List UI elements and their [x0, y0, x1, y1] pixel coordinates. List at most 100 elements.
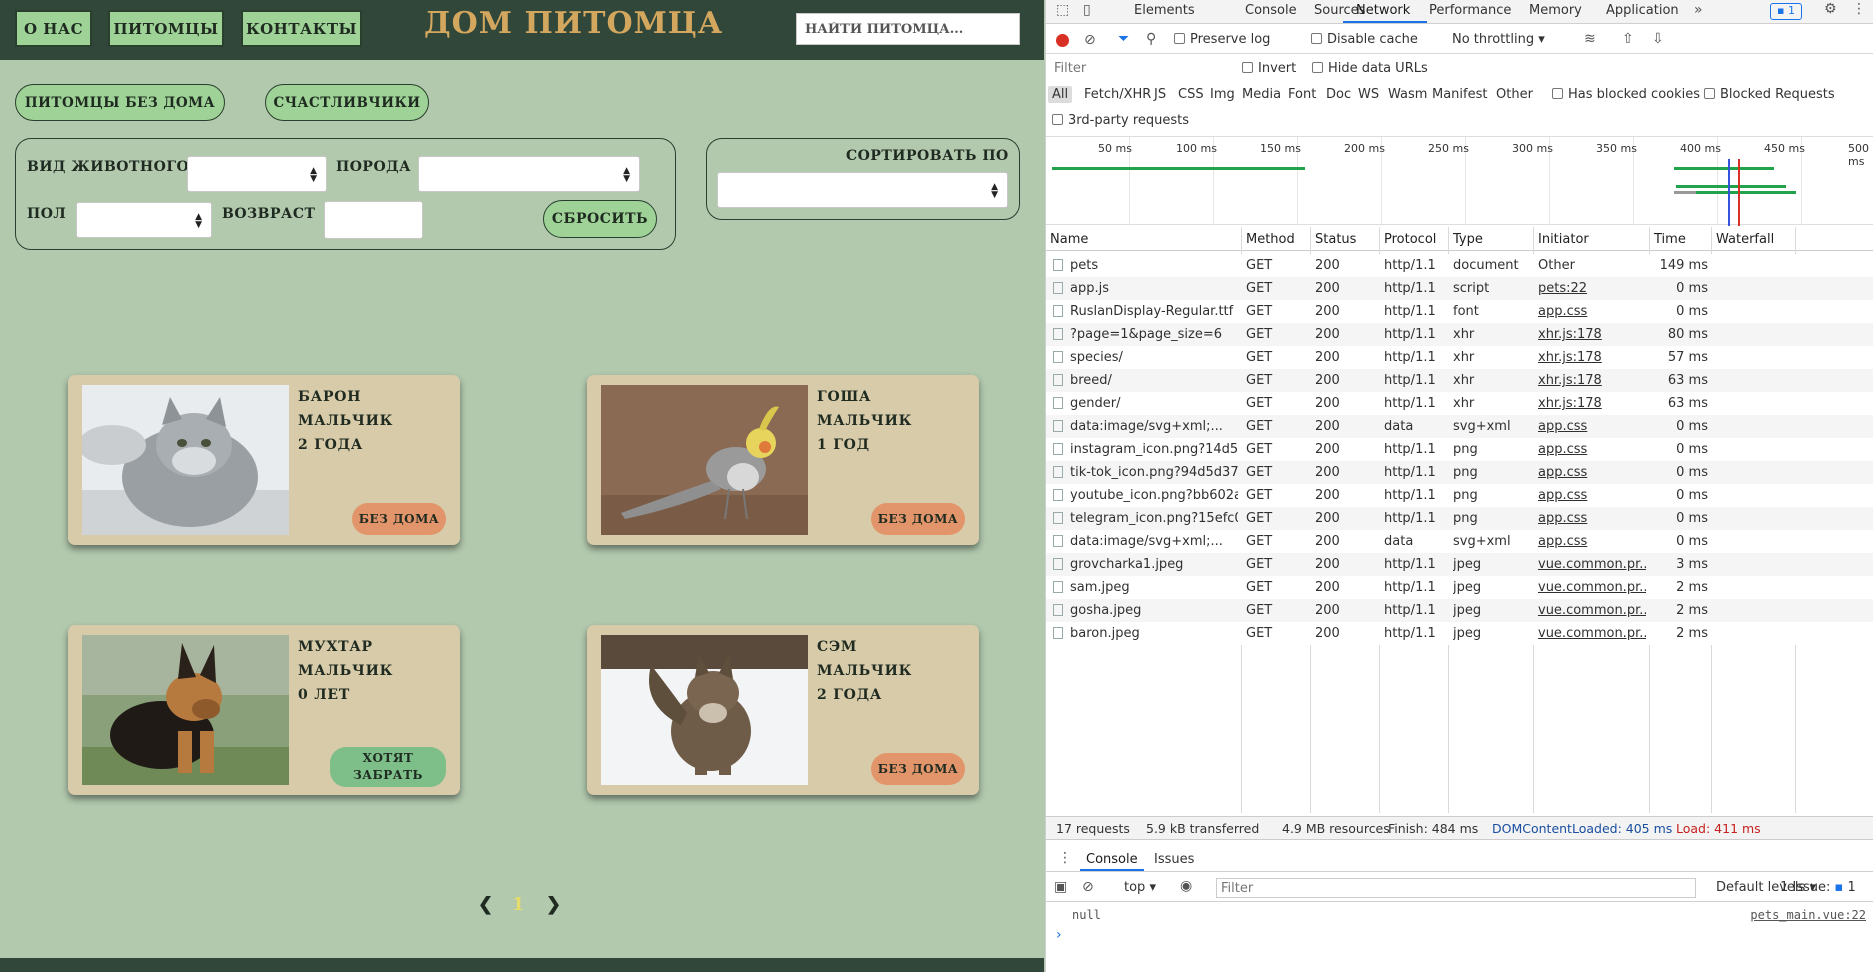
column-header-type[interactable]: Type — [1449, 227, 1533, 251]
type-filter-ws[interactable]: WS — [1354, 86, 1383, 103]
species-select[interactable]: ▲ ▼ — [187, 156, 327, 192]
record-icon[interactable] — [1056, 34, 1069, 47]
inspect-element-icon[interactable]: ⬚ — [1056, 2, 1069, 18]
request-initiator[interactable]: vue.common.pr... — [1538, 557, 1646, 572]
filter-funnel-icon[interactable]: ⏷ — [1118, 31, 1129, 47]
request-row[interactable]: grovcharka1.jpeg GET 200 http/1.1 jpeg vue.co… — [1046, 553, 1873, 576]
column-header-status[interactable]: Status — [1311, 227, 1379, 251]
request-initiator[interactable]: app.css — [1538, 534, 1646, 549]
pet-card[interactable]: МУХТАР МАЛЬЧИК 0 ЛЕТ ХОТЯТ ЗАБРАТЬ — [68, 625, 460, 795]
tab-elements[interactable]: Elements — [1134, 3, 1195, 18]
tab-console[interactable]: Console — [1245, 3, 1297, 18]
has-blocked-cookies-checkbox[interactable]: Has blocked cookies — [1552, 87, 1700, 102]
console-sidebar-icon[interactable]: ▣ — [1054, 879, 1067, 895]
console-filter-input[interactable] — [1216, 878, 1696, 898]
request-initiator[interactable]: Other — [1538, 258, 1646, 273]
live-expression-eye-icon[interactable]: ◉ — [1180, 878, 1192, 894]
request-row[interactable]: youtube_icon.png?bb602a... GET 200 http/1.1… — [1046, 484, 1873, 507]
request-row[interactable]: species/GET 200 http/1.1 xhr xhr.js:178 57 ms — [1046, 346, 1873, 369]
request-row[interactable]: gender/GET 200 http/1.1 xhr xhr.js:178 63 ms — [1046, 392, 1873, 415]
clear-console-icon[interactable]: ⊘ — [1082, 879, 1094, 895]
drawer-menu-icon[interactable]: ⋮ — [1058, 850, 1072, 866]
type-filter-manifest[interactable]: Manifest — [1428, 86, 1491, 103]
request-initiator[interactable]: xhr.js:178 — [1538, 350, 1646, 365]
prev-page-button[interactable]: ❮ — [478, 894, 493, 915]
request-row[interactable]: telegram_icon.png?15efc0... GET 200 http/1.… — [1046, 507, 1873, 530]
request-initiator[interactable]: app.css — [1538, 465, 1646, 480]
issues-badge[interactable]: ▪ 1 — [1770, 3, 1802, 20]
execution-context-select[interactable]: top ▾ — [1124, 880, 1156, 895]
request-initiator[interactable]: vue.common.pr... — [1538, 626, 1646, 641]
reset-filters-button[interactable]: СБРОСИТЬ — [543, 200, 657, 238]
age-input[interactable] — [324, 201, 423, 239]
request-initiator[interactable]: vue.common.pr... — [1538, 580, 1646, 595]
request-row[interactable]: instagram_icon.png?14d5... GET 200 http/1.1… — [1046, 438, 1873, 461]
request-row[interactable]: pets GET 200 http/1.1 document Other 149 ms — [1046, 254, 1873, 277]
third-party-requests-checkbox[interactable]: 3rd-party requests — [1052, 113, 1189, 128]
blocked-requests-checkbox[interactable]: Blocked Requests — [1704, 87, 1835, 102]
tab-network[interactable]: Network — [1356, 3, 1410, 18]
pet-card[interactable]: СЭМ МАЛЬЧИК 2 ГОДА БЕЗ ДОМА — [587, 625, 979, 795]
type-filter-img[interactable]: Img — [1206, 86, 1239, 103]
pet-card[interactable]: БАРОН МАЛЬЧИК 2 ГОДА БЕЗ ДОМА — [68, 375, 460, 545]
type-filter-wasm[interactable]: Wasm — [1384, 86, 1431, 103]
export-har-icon[interactable]: ⇩ — [1652, 31, 1664, 47]
homeless-pets-tab[interactable]: ПИТОМЦЫ БЕЗ ДОМА — [15, 84, 225, 121]
type-filter-other[interactable]: Other — [1492, 86, 1537, 103]
network-filter-input[interactable] — [1050, 58, 1236, 78]
sort-select[interactable]: ▲ ▼ — [717, 172, 1008, 208]
request-row[interactable]: sam.jpeg GET 200 http/1.1 jpeg vue.common.pr.… — [1046, 576, 1873, 599]
request-initiator[interactable]: pets:22 — [1538, 281, 1646, 296]
status-badge-homeless[interactable]: БЕЗ ДОМА — [352, 503, 446, 535]
type-filter-font[interactable]: Font — [1284, 86, 1320, 103]
request-row[interactable]: RuslanDisplay-Regular.ttf GET 200 http/1.1 f… — [1046, 300, 1873, 323]
column-header-name[interactable]: Name — [1046, 227, 1241, 251]
request-initiator[interactable]: app.css — [1538, 442, 1646, 457]
request-row[interactable]: ?page=1&page_size=6 GET 200 http/1.1 xhr xhr.… — [1046, 323, 1873, 346]
device-toolbar-icon[interactable]: ▯ — [1083, 2, 1091, 18]
lucky-pets-tab[interactable]: СЧАСТЛИВЧИКИ — [265, 84, 429, 121]
column-header-method[interactable]: Method — [1242, 227, 1310, 251]
drawer-tab-console[interactable]: Console — [1086, 852, 1138, 867]
tab-performance[interactable]: Performance — [1429, 3, 1511, 18]
clear-icon[interactable]: ⊘ — [1084, 32, 1096, 48]
disable-cache-checkbox[interactable]: Disable cache — [1311, 32, 1418, 47]
nav-about-button[interactable]: О НАС — [15, 10, 92, 47]
search-icon[interactable]: ⚲ — [1146, 31, 1156, 47]
import-har-icon[interactable]: ⇧ — [1622, 31, 1634, 47]
type-filter-css[interactable]: CSS — [1174, 86, 1208, 103]
gender-select[interactable]: ▲ ▼ — [76, 202, 212, 238]
request-row[interactable]: app.js GET 200 http/1.1 script pets:22 0 ms — [1046, 277, 1873, 300]
column-header-time[interactable]: Time — [1650, 227, 1711, 251]
tab-memory[interactable]: Memory — [1529, 3, 1582, 18]
request-initiator[interactable]: app.css — [1538, 488, 1646, 503]
more-options-icon[interactable]: ⋮ — [1852, 1, 1866, 17]
throttling-select[interactable]: No throttling ▾ — [1452, 32, 1545, 47]
pet-card[interactable]: ГОША МАЛЬЧИК 1 ГОД БЕЗ ДОМА — [587, 375, 979, 545]
network-conditions-icon[interactable]: ≋ — [1584, 31, 1596, 47]
type-filter-js[interactable]: JS — [1150, 86, 1170, 103]
request-initiator[interactable]: app.css — [1538, 304, 1646, 319]
breed-select[interactable]: ▲ ▼ — [418, 156, 640, 192]
request-row[interactable]: breed/GET 200 http/1.1 xhr xhr.js:178 63 ms — [1046, 369, 1873, 392]
request-row[interactable]: data:image/svg+xml;... GET 200 data svg+xml a… — [1046, 415, 1873, 438]
request-row[interactable]: data:image/svg+xml;... GET 200 data svg+xml a… — [1046, 530, 1873, 553]
column-header-initiator[interactable]: Initiator — [1534, 227, 1649, 251]
status-badge-homeless[interactable]: БЕЗ ДОМА — [871, 503, 965, 535]
nav-pets-button[interactable]: ПИТОМЦЫ — [108, 10, 224, 47]
column-header-protocol[interactable]: Protocol — [1380, 227, 1448, 251]
status-badge-homeless[interactable]: БЕЗ ДОМА — [871, 753, 965, 785]
request-row[interactable]: baron.jpeg GET 200 http/1.1 jpeg vue.common.p… — [1046, 622, 1873, 645]
request-initiator[interactable]: xhr.js:178 — [1538, 373, 1646, 388]
more-tabs-icon[interactable]: » — [1694, 2, 1703, 18]
request-initiator[interactable]: xhr.js:178 — [1538, 396, 1646, 411]
nav-contacts-button[interactable]: КОНТАКТЫ — [241, 10, 362, 47]
type-filter-media[interactable]: Media — [1238, 86, 1285, 103]
settings-gear-icon[interactable]: ⚙ — [1824, 1, 1837, 17]
preserve-log-checkbox[interactable]: Preserve log — [1174, 32, 1270, 47]
request-row[interactable]: tik-tok_icon.png?94d5d37... GET 200 http/1.… — [1046, 461, 1873, 484]
tab-application[interactable]: Application — [1606, 3, 1679, 18]
request-row[interactable]: gosha.jpeg GET 200 http/1.1 jpeg vue.common.p… — [1046, 599, 1873, 622]
console-issues-counter[interactable]: 1 Issue: ▪ 1 — [1780, 880, 1856, 895]
next-page-button[interactable]: ❯ — [546, 894, 561, 915]
